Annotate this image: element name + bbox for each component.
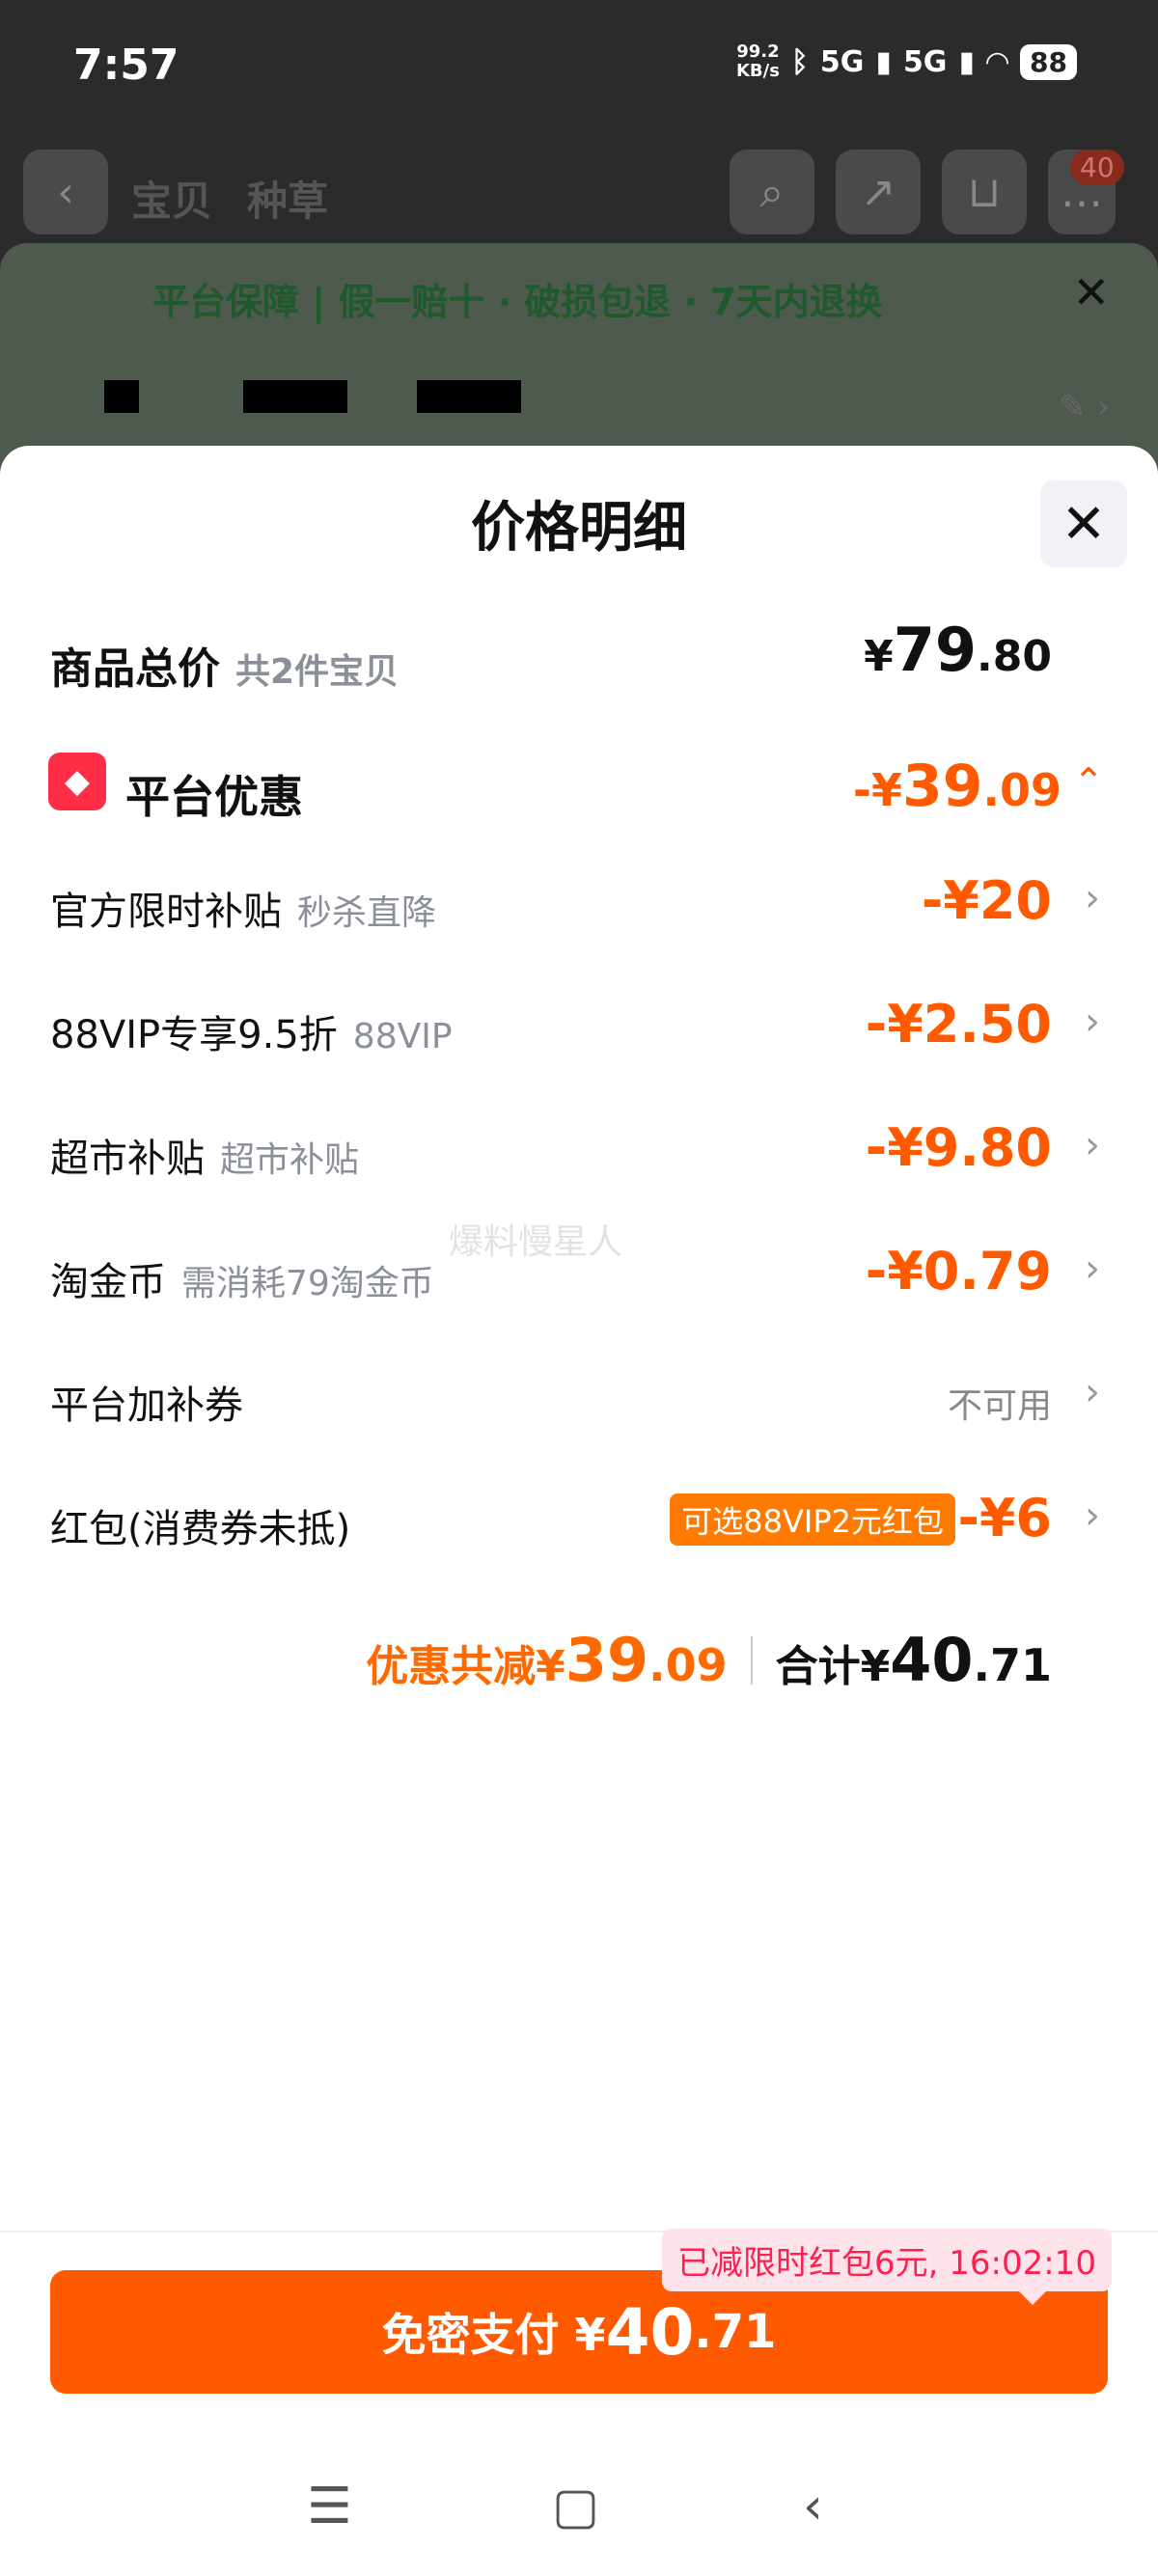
discount-total: 优惠共减¥39.09 — [366, 1625, 728, 1695]
grand-total: 合计¥40.71 — [775, 1625, 1052, 1695]
discount-amount: -¥2.50 — [865, 994, 1052, 1055]
discount-row[interactable]: 官方限时补贴 秒杀直降 -¥20 › — [0, 861, 1158, 947]
promo-amount: -¥39.09 — [852, 753, 1062, 820]
redpacket-tip: 已减限时红包6元, 16:02:10 — [662, 2229, 1112, 2305]
signal-5g-1: 5G — [819, 44, 865, 79]
redpacket-row[interactable]: 红包(消费券未抵) 可选88VIP2元红包 -¥6 › — [0, 1478, 1158, 1565]
coupon-status: 不可用 — [947, 1386, 1052, 1426]
menu-icon[interactable]: ☰ — [307, 2478, 352, 2535]
battery-indicator: 88 — [1020, 43, 1077, 80]
platform-promo-row[interactable]: ◆ 平台优惠 -¥39.09 ⌃ — [0, 743, 1158, 830]
total-sub: 共2件宝贝 — [235, 652, 400, 692]
total-price-row: 商品总价 共2件宝贝 ¥79.80 — [0, 615, 1158, 701]
signal-5g-2: 5G — [902, 44, 948, 79]
guarantee-text: 平台保障 | 假一赔十 · 破损包退 · 7天内退换 — [152, 281, 883, 323]
tag-icon: ◆ — [48, 753, 106, 810]
total-label: 商品总价 — [50, 644, 220, 694]
status-time: 7:57 — [73, 41, 179, 90]
redpacket-amount: -¥6 — [957, 1488, 1052, 1548]
chevron-right-icon[interactable]: › — [1085, 1000, 1100, 1044]
total-amount: ¥79.80 — [864, 615, 1052, 685]
chevron-right-icon[interactable]: › — [1085, 1247, 1100, 1291]
discount-sub: 需消耗79淘金币 — [181, 1264, 434, 1303]
discount-row[interactable]: 88VIP专享9.5折 88VIP -¥2.50 › — [0, 984, 1158, 1071]
chevron-right-icon[interactable]: › — [1085, 1123, 1100, 1167]
redacted-block — [243, 380, 347, 413]
system-nav-bar: ☰ ▢ ‹ — [0, 2451, 1158, 2576]
discount-label: 官方限时补贴 — [50, 890, 282, 934]
status-bar: 7:57 99.2 KB/s ᛒ 5G ▮ 5G ▮ ◠ 88 — [0, 0, 1158, 135]
discount-amount: -¥9.80 — [865, 1117, 1052, 1178]
tab-grass[interactable]: 种草 — [247, 169, 328, 228]
discount-sub: 超市补贴 — [220, 1140, 360, 1180]
chevron-right-icon[interactable]: › — [1085, 876, 1100, 920]
edit-icon[interactable]: ✎ › — [1059, 388, 1110, 426]
home-icon[interactable]: ▢ — [552, 2478, 599, 2535]
chevron-right-icon[interactable]: › — [1085, 1494, 1100, 1538]
share-icon[interactable]: ↗ — [836, 150, 921, 234]
vip-redpacket-tag[interactable]: 可选88VIP2元红包 — [670, 1494, 955, 1546]
discount-sub: 88VIP — [352, 1017, 453, 1056]
back-icon[interactable]: ‹ — [803, 2478, 823, 2535]
close-icon[interactable]: ✕ — [1072, 266, 1110, 318]
discount-label: 淘金币 — [50, 1260, 166, 1304]
signal-bars-icon: ▮ — [875, 44, 892, 79]
status-icons: 99.2 KB/s ᛒ 5G ▮ 5G ▮ ◠ 88 — [736, 42, 1077, 81]
coupon-label: 平台加补券 — [50, 1384, 243, 1428]
top-nav: ‹ 宝贝 种草 ⌕ ↗ ⊔ … 40 — [23, 150, 1135, 236]
cart-badge: 40 — [1070, 150, 1124, 185]
back-icon[interactable]: ‹ — [23, 150, 108, 234]
cart-icon[interactable]: ⊔ — [942, 150, 1027, 234]
promo-label: 平台优惠 — [125, 771, 303, 823]
discount-row[interactable]: 超市补贴 超市补贴 -¥9.80 › — [0, 1108, 1158, 1194]
coupon-row[interactable]: 平台加补券 不可用 › — [0, 1355, 1158, 1441]
wifi-icon: ◠ — [985, 44, 1009, 79]
redacted-block — [417, 380, 521, 413]
chevron-up-icon[interactable]: ⌃ — [1073, 760, 1104, 803]
discount-label: 88VIP专享9.5折 — [50, 1013, 338, 1057]
watermark: 爆料慢星人 — [449, 1222, 623, 1262]
bluetooth-icon: ᛒ — [790, 44, 809, 79]
discount-sub: 秒杀直降 — [297, 893, 437, 933]
net-speed: 99.2 KB/s — [735, 41, 780, 81]
divider — [750, 1635, 753, 1685]
discount-amount: -¥0.79 — [865, 1241, 1052, 1302]
close-icon[interactable]: ✕ — [1040, 480, 1127, 567]
discount-label: 超市补贴 — [50, 1137, 205, 1181]
discount-amount: -¥20 — [921, 870, 1052, 931]
chevron-right-icon[interactable]: › — [1085, 1370, 1100, 1414]
search-icon[interactable]: ⌕ — [730, 150, 814, 234]
signal-bars-icon-2: ▮ — [958, 44, 975, 79]
summary-row: 优惠共减¥39.09 合计¥40.71 — [366, 1625, 1052, 1695]
sheet-title: 价格明细 — [471, 497, 687, 560]
redpacket-label: 红包(消费券未抵) — [50, 1507, 351, 1551]
tab-item[interactable]: 宝贝 — [131, 169, 212, 228]
redacted-block — [104, 380, 139, 413]
